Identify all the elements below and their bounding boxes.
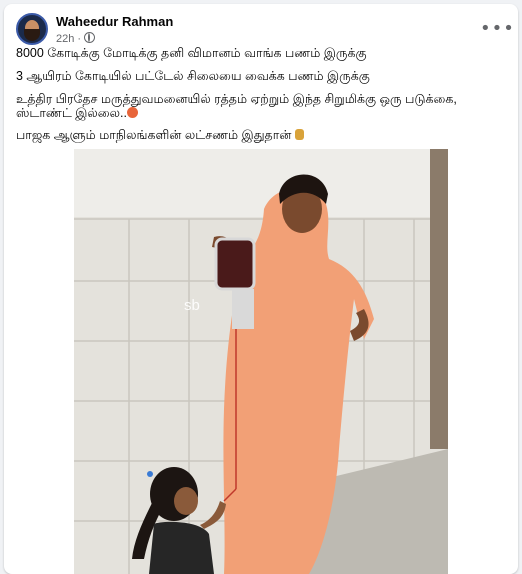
avatar[interactable] xyxy=(16,13,48,45)
avatar-beard xyxy=(24,29,40,41)
post-line-3: உத்திர பிரதேச மருத்துவமனையில் ரத்தம் ஏற்… xyxy=(16,92,510,120)
post-header: Waheedur Rahman 22h · ••• xyxy=(16,13,514,49)
post-text: 8000 கோடிக்கு மோடிக்கு தனி விமானம் வாங்க… xyxy=(16,46,510,151)
post-line-3-text: உத்திர பிரதேச மருத்துவமனையில் ரத்தம் ஏற்… xyxy=(16,92,457,120)
post-line-4-text: பாஜக ஆளும் மாநிலங்களின் லட்சணம் இதுதான் xyxy=(16,128,292,142)
post-line-4: பாஜக ஆளும் மாநிலங்களின் லட்சணம் இதுதான் xyxy=(16,128,510,142)
post-card: Waheedur Rahman 22h · ••• 8000 கோடிக்கு ம… xyxy=(4,4,518,574)
photo-watermark: sb xyxy=(184,297,200,314)
globe-icon xyxy=(84,32,96,43)
author-name[interactable]: Waheedur Rahman xyxy=(56,14,173,29)
post-photo[interactable]: sb xyxy=(74,149,448,574)
meta-separator: · xyxy=(77,33,82,45)
post-meta: 22h · xyxy=(56,32,96,45)
more-horizontal-icon[interactable]: ••• xyxy=(480,17,514,41)
post-line-2: 3 ஆயிரம் கோடியில் பட்டேல் சிலையை வைக்க ப… xyxy=(16,69,370,83)
photo-scene xyxy=(74,149,448,574)
post-line-1: 8000 கோடிக்கு மோடிக்கு தனி விமானம் வாங்க… xyxy=(16,46,367,60)
farmer-icon xyxy=(294,129,304,140)
angry-face-icon xyxy=(126,107,138,118)
post-time[interactable]: 22h xyxy=(56,33,74,45)
